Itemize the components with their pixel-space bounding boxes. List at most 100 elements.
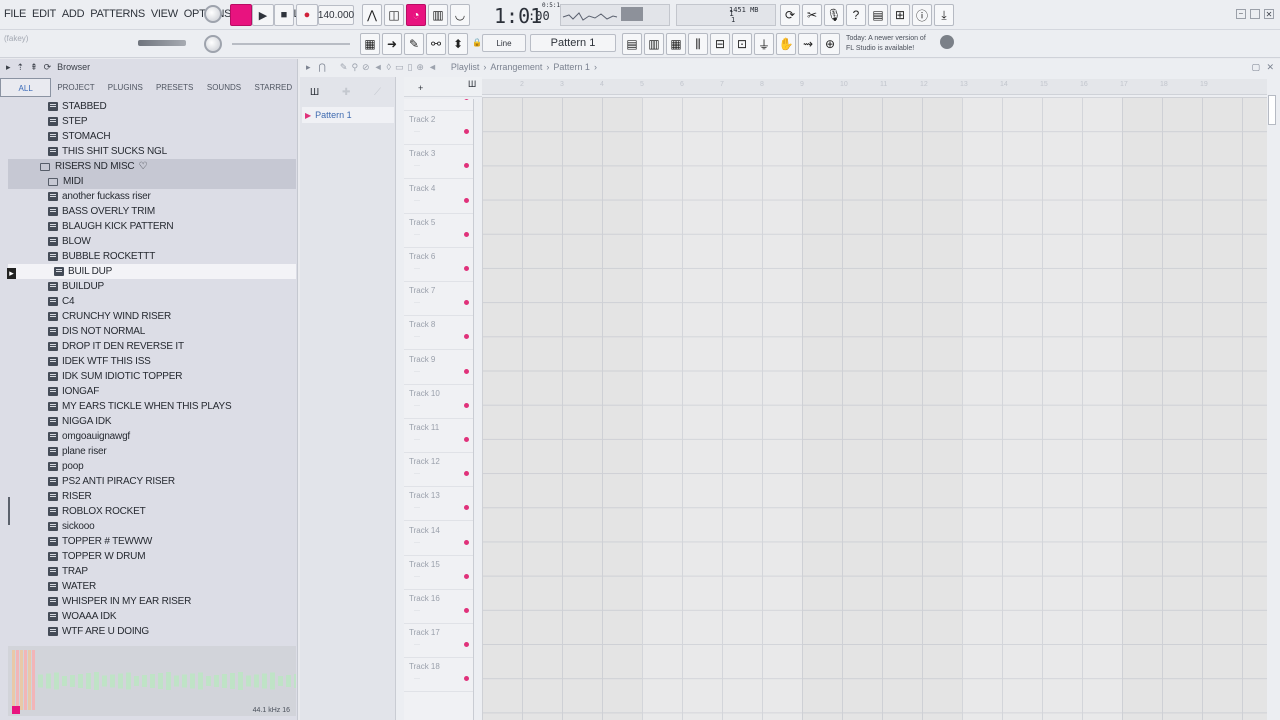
track-header[interactable]: Track 2 ··· (404, 111, 473, 146)
track-mute-led[interactable] (464, 368, 469, 374)
playlist-tools-icons[interactable]: ✎⚲⊘◄◊▭▯⊕◄ (340, 62, 441, 73)
menu-view[interactable]: VIEW (151, 8, 178, 20)
track-header[interactable]: Track 17 ··· (404, 624, 473, 659)
position-slider[interactable] (232, 43, 350, 45)
news-panel[interactable]: Today: A newer version of FL Studio is a… (846, 34, 926, 54)
stop-button[interactable]: ■ (274, 4, 294, 26)
track-header[interactable]: Track 16 ··· (404, 590, 473, 624)
track-header[interactable]: Track 7 ··· (404, 282, 473, 317)
file-item[interactable]: STEP (48, 114, 296, 129)
snap-lock-icon[interactable]: 🔒 (472, 38, 482, 47)
pattern-tool-icon[interactable]: ⟋ (374, 87, 381, 98)
browser-tab-presets[interactable]: PRESETS (150, 78, 199, 97)
file-item[interactable]: IDK SUM IDIOTIC TOPPER (48, 369, 296, 384)
song-pattern-toggle[interactable] (230, 4, 252, 26)
file-item[interactable]: IDEK WTF THIS ISS (48, 354, 296, 369)
file-item[interactable]: DIS NOT NORMAL (48, 324, 296, 339)
piano-roll-window-icon[interactable]: ▥ (644, 33, 664, 55)
info-icon[interactable]: ⓘ (912, 4, 932, 26)
track-mute-led[interactable] (464, 300, 469, 306)
plugin-picker-icon[interactable]: ⏚ (754, 33, 774, 55)
close-icon[interactable]: ✕ (1264, 9, 1274, 19)
pencil-icon[interactable]: ✎ (404, 33, 424, 55)
menu-file[interactable]: FILE (4, 8, 26, 20)
metronome-icon[interactable]: ⋀ (362, 4, 382, 26)
play-button[interactable]: ▶ (252, 4, 274, 26)
browser-toggle-icon[interactable]: ⊟ (710, 33, 730, 55)
browser-tab-sounds[interactable]: SOUNDS (199, 78, 248, 97)
menu-patterns[interactable]: PATTERNS (90, 8, 145, 20)
preset-field[interactable]: (fakey) (4, 34, 28, 43)
track-header[interactable]: Track 1··· (404, 99, 473, 111)
channel-rack-icon[interactable]: ▦ (666, 33, 686, 55)
countdown-icon[interactable]: ◔ (406, 4, 426, 26)
file-item[interactable]: C4 (48, 294, 296, 309)
track-mute-led[interactable] (464, 402, 469, 408)
file-item[interactable]: BUIL DUP (8, 264, 296, 279)
folder-item[interactable]: MIDI (8, 174, 296, 189)
track-header[interactable]: Track 6 ··· (404, 248, 473, 282)
track-header[interactable]: Track 15 ··· (404, 556, 473, 590)
track-mute-led[interactable] (464, 129, 469, 135)
file-item[interactable]: DROP IT DEN REVERSE IT (48, 339, 296, 354)
playlist-close-icon[interactable]: ✕ (1266, 62, 1274, 73)
plugin-database-icon[interactable]: ⊡ (732, 33, 752, 55)
help-icon[interactable]: ? (846, 4, 866, 26)
track-mute-led[interactable] (464, 231, 469, 237)
stamp-icon[interactable]: ⬍ (448, 33, 468, 55)
track-mute-led[interactable] (464, 334, 469, 340)
piano-roll-icon[interactable]: ▦ (360, 33, 380, 55)
file-item[interactable]: ROBLOX ROCKET (48, 504, 296, 519)
file-item[interactable]: STABBED (48, 99, 296, 114)
maximize-icon[interactable] (1250, 9, 1260, 19)
tree-scroll-marker[interactable] (8, 497, 10, 525)
menu-add[interactable]: ADD (62, 8, 85, 20)
pattern-selector[interactable]: Pattern 1 (530, 34, 616, 52)
shop-icon[interactable]: ⊕ (820, 33, 840, 55)
track-mute-led[interactable] (464, 642, 469, 648)
blend-notes-icon[interactable]: ◡ (450, 4, 470, 26)
file-item[interactable]: THIS SHIT SUCKS NGL (48, 144, 296, 159)
snap-selector[interactable]: Line (482, 34, 526, 52)
vertical-scrollbar[interactable] (1268, 95, 1276, 125)
file-item[interactable]: WHISPER IN MY EAR RISER (48, 594, 296, 609)
file-item[interactable]: WTF ARE U DOING (48, 624, 296, 639)
master-pitch-knob[interactable] (204, 35, 222, 53)
file-item[interactable]: sickooo (48, 519, 296, 534)
browser-refresh-icon[interactable]: ⟳ (44, 62, 52, 73)
playlist-title-arrangement[interactable]: Arrangement (490, 62, 542, 72)
track-header[interactable]: Track 8 ··· (404, 316, 473, 351)
save-icon[interactable]: ▤ (868, 4, 888, 26)
add-pattern-icon[interactable]: ✚ (342, 87, 350, 98)
track-header[interactable]: Track 5 ··· (404, 214, 473, 248)
playlist-magnet-icon[interactable]: ⋂ (319, 62, 326, 73)
record-button[interactable]: ● (296, 4, 318, 26)
track-mute-led[interactable] (464, 437, 469, 442)
track-header[interactable]: Track 3 ··· (404, 145, 473, 180)
master-volume-knob[interactable] (204, 5, 222, 23)
browser-tab-starred[interactable]: STARRED (249, 78, 298, 97)
track-mute-led[interactable] (464, 539, 469, 545)
file-item[interactable]: TOPPER # TEWWW (48, 534, 296, 549)
file-item[interactable]: IONGAF (48, 384, 296, 399)
track-header[interactable]: Track 11 ··· (404, 419, 473, 453)
track-header[interactable]: Track 13 ··· (404, 487, 473, 522)
piano-icon[interactable]: Ш (468, 79, 476, 89)
playlist-title-pattern[interactable]: Pattern 1 (553, 62, 590, 72)
file-item[interactable]: CRUNCHY WIND RISER (48, 309, 296, 324)
file-item[interactable]: PS2 ANTI PIRACY RISER (48, 474, 296, 489)
browser-up-icon[interactable]: ⇡ (17, 62, 25, 73)
file-item[interactable]: WATER (48, 579, 296, 594)
track-mute-led[interactable] (464, 505, 469, 511)
playlist-detach-icon[interactable]: ▢ (1251, 62, 1260, 73)
file-item[interactable]: plane riser (48, 444, 296, 459)
file-item[interactable]: BLAUGH KICK PATTERN (48, 219, 296, 234)
arrangement-grid[interactable] (482, 97, 1267, 720)
playlist-menu-icon[interactable]: ▸ (306, 62, 311, 73)
file-item[interactable]: poop (48, 459, 296, 474)
step-edit-icon[interactable]: ▥ (428, 4, 448, 26)
file-item[interactable]: another fuckass riser (48, 189, 296, 204)
browser-options-icon[interactable]: ▸ (6, 62, 11, 73)
undo-history-icon[interactable]: ⟳ (780, 4, 800, 26)
track-mute-led[interactable] (464, 573, 469, 579)
